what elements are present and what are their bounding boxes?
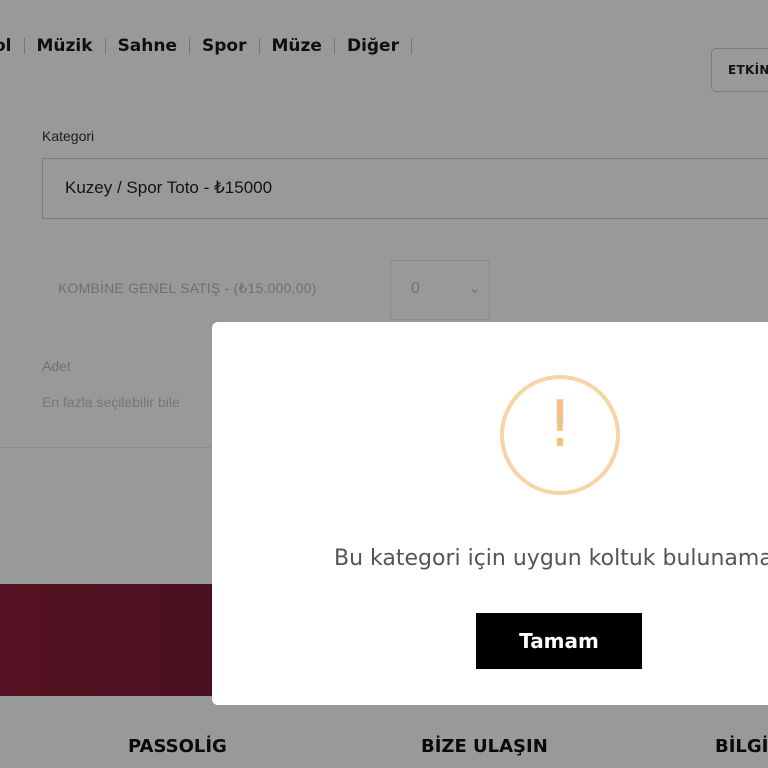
alert-message: Bu kategori için uygun koltuk bulunamadı bbox=[334, 546, 768, 571]
alert-dialog: ! Bu kategori için uygun koltuk bulunama… bbox=[212, 322, 768, 705]
exclamation-icon: ! bbox=[547, 388, 573, 462]
warning-icon: ! bbox=[500, 375, 620, 495]
confirm-button[interactable]: Tamam bbox=[476, 613, 642, 669]
